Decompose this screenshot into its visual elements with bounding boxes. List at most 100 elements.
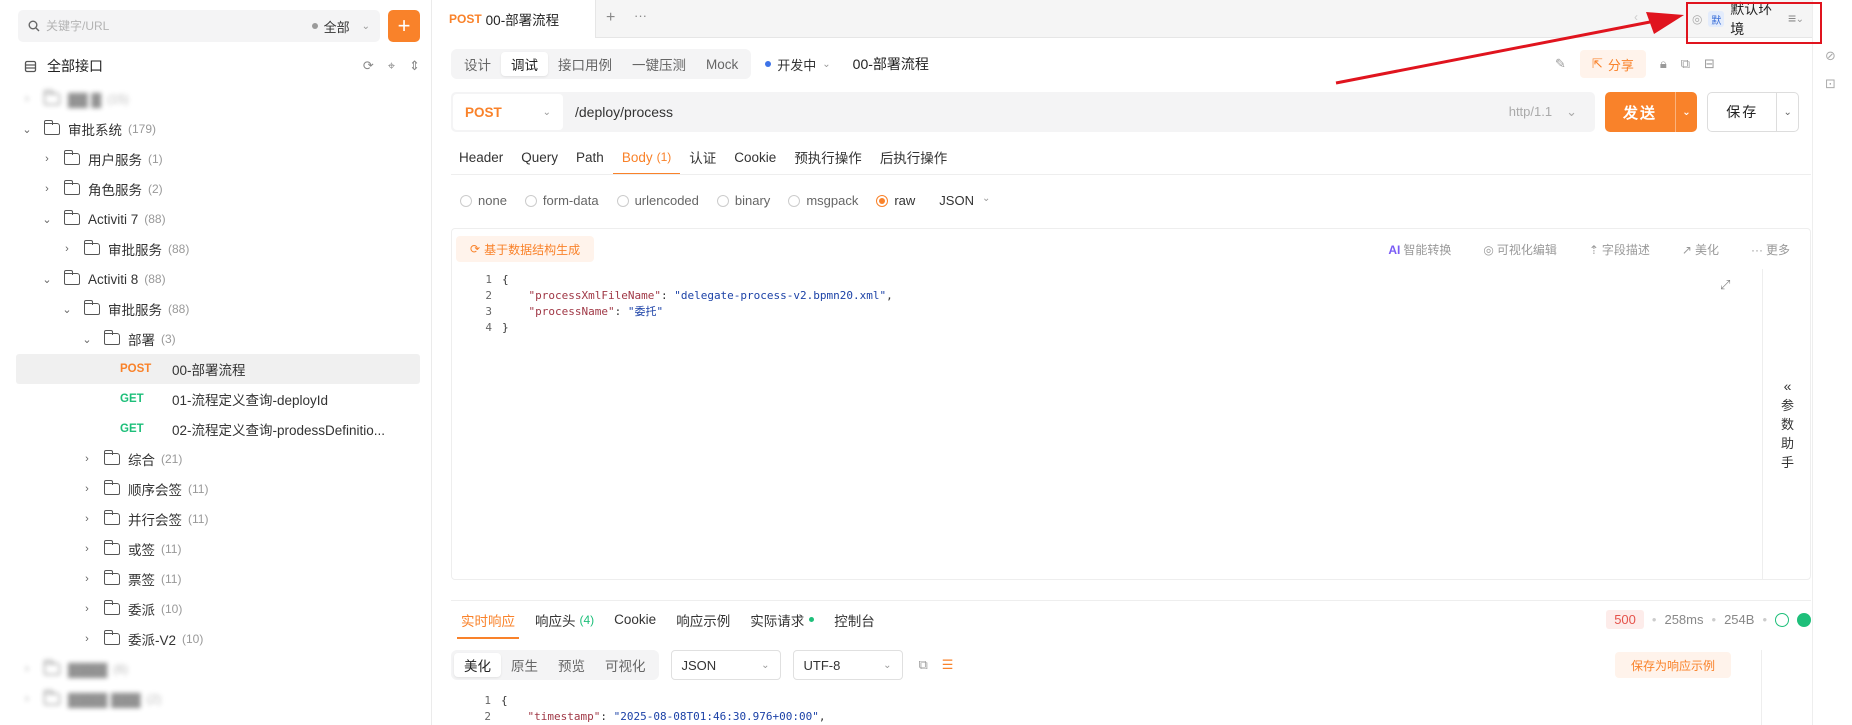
mode-tab[interactable]: 接口用例 bbox=[548, 52, 622, 76]
copy-icon[interactable]: ⧉ bbox=[1681, 56, 1690, 72]
folder-item[interactable]: › 委派-V2 (10) bbox=[16, 624, 420, 654]
folder-item[interactable]: › 票签 (11) bbox=[16, 564, 420, 594]
chevron-down-icon[interactable]: ⌄ bbox=[1675, 92, 1697, 132]
send-button[interactable]: 发送 ⌄ bbox=[1605, 92, 1697, 132]
folder-item[interactable]: › ▓▓ ▓ (15) bbox=[16, 84, 420, 114]
response-encoding-select[interactable]: UTF-8 ⌄ bbox=[792, 650, 903, 680]
folder-item[interactable]: › 角色服务 (2) bbox=[16, 174, 420, 204]
response-format-select[interactable]: JSON ⌄ bbox=[670, 650, 781, 680]
new-tab-icon[interactable]: + bbox=[606, 9, 615, 27]
editor-tool-1[interactable]: ◎ 可视化编辑 bbox=[1483, 241, 1557, 258]
editor-tool-0[interactable]: AI 智能转换 bbox=[1388, 241, 1451, 258]
response-tab[interactable]: 响应示例 bbox=[666, 601, 740, 639]
request-tab[interactable]: 认证 bbox=[680, 140, 725, 174]
all-api-header[interactable]: 全部接口 ⟳ ⌖ ⇕ bbox=[24, 56, 420, 76]
chevron-down-icon[interactable]: ⌄ bbox=[40, 273, 54, 286]
response-tab[interactable]: 实时响应 bbox=[451, 601, 525, 639]
request-tab[interactable]: Body (1) bbox=[612, 140, 681, 175]
method-select[interactable]: POST ⌄ bbox=[453, 94, 563, 130]
response-view-tab[interactable]: 美化 bbox=[454, 653, 501, 677]
response-tab[interactable]: Cookie bbox=[604, 601, 666, 639]
scope-select[interactable]: 全部 ⌄ bbox=[311, 17, 370, 36]
status-select[interactable]: 开发中 ⌄ bbox=[765, 55, 831, 74]
chevron-right-icon[interactable]: › bbox=[40, 153, 54, 165]
expand-icon[interactable]: ⤢ bbox=[1720, 277, 1730, 293]
code-editor[interactable]: 1{2 "processXmlFileName": "delegate-proc… bbox=[452, 271, 1742, 571]
folder-item[interactable]: › ▓▓▓▓ (6) bbox=[16, 654, 420, 684]
folder-item[interactable]: › 委派 (10) bbox=[16, 594, 420, 624]
response-view-tab[interactable]: 预览 bbox=[548, 653, 595, 677]
request-tab[interactable]: 后执行操作 bbox=[871, 140, 957, 174]
raw-format-select[interactable]: JSON ⌄ bbox=[939, 193, 990, 208]
api-name[interactable]: 00-部署流程 bbox=[853, 54, 929, 74]
body-type-radio[interactable]: binary bbox=[716, 193, 770, 208]
chevron-right-icon[interactable]: › bbox=[20, 693, 34, 705]
generate-from-schema-button[interactable]: ⟳ 基于数据结构生成 bbox=[456, 236, 595, 262]
chevron-down-icon[interactable]: ⌄ bbox=[40, 213, 54, 226]
editor-tool-3[interactable]: ↗ 美化 bbox=[1682, 241, 1719, 258]
request-tab[interactable]: Path bbox=[567, 140, 613, 174]
chevron-right-icon[interactable]: › bbox=[80, 513, 94, 525]
chevron-right-icon[interactable]: › bbox=[20, 663, 34, 675]
chevron-right-icon[interactable]: › bbox=[80, 573, 94, 585]
api-item[interactable]: GET 01-流程定义查询-deployId bbox=[16, 384, 420, 414]
chevron-down-icon[interactable]: ⌄ bbox=[1776, 93, 1798, 131]
chevron-down-icon[interactable]: ⌄ bbox=[80, 333, 94, 346]
request-tab[interactable]: 预执行操作 bbox=[785, 140, 871, 174]
add-button[interactable]: + bbox=[388, 10, 420, 42]
doc-icon[interactable]: ⊡ bbox=[1825, 76, 1836, 92]
folder-item[interactable]: ⌄ 审批系统 (179) bbox=[16, 114, 420, 144]
request-tab[interactable]: Header bbox=[459, 140, 512, 174]
archive-icon[interactable]: ⊟ bbox=[1704, 56, 1715, 72]
chevron-right-icon[interactable]: › bbox=[80, 633, 94, 645]
tab-active-request[interactable]: POST 00-部署流程 bbox=[434, 0, 596, 38]
body-type-radio[interactable]: form-data bbox=[524, 193, 599, 208]
folder-item[interactable]: ⌄ Activiti 8 (88) bbox=[16, 264, 420, 294]
collapse-icon[interactable]: ⇕ bbox=[409, 58, 420, 74]
search-input[interactable] bbox=[46, 19, 296, 33]
editor-tool-2[interactable]: ⇡ 字段描述 bbox=[1589, 241, 1650, 258]
response-body[interactable]: 1{2 "timestamp": "2025-08-08T01:46:30.97… bbox=[451, 692, 1751, 724]
lock-icon[interactable]: 🔒︎ bbox=[1660, 56, 1667, 72]
response-tab[interactable]: 控制台 bbox=[824, 601, 885, 639]
folder-item[interactable]: › 并行会签 (11) bbox=[16, 504, 420, 534]
chevron-right-icon[interactable]: › bbox=[80, 483, 94, 495]
api-item[interactable]: GET 02-流程定义查询-prodessDefinitio... bbox=[16, 414, 420, 444]
nav-arrows[interactable]: ‹› bbox=[1634, 10, 1670, 24]
request-tab[interactable]: Cookie bbox=[725, 140, 785, 174]
chevron-right-icon[interactable]: › bbox=[80, 543, 94, 555]
locate-icon[interactable]: ⌖ bbox=[388, 58, 395, 74]
wrap-icon[interactable]: ☰ bbox=[942, 657, 954, 673]
globe-icon[interactable] bbox=[1775, 612, 1789, 627]
url-input[interactable]: /deploy/process bbox=[575, 104, 673, 120]
chevron-right-icon[interactable]: › bbox=[80, 603, 94, 615]
search-box[interactable]: 全部 ⌄ bbox=[18, 10, 380, 42]
param-helper-panel[interactable]: « 参数助手 bbox=[1762, 269, 1812, 579]
folder-item[interactable]: › 综合 (21) bbox=[16, 444, 420, 474]
save-button[interactable]: 保存 ⌄ bbox=[1707, 92, 1799, 132]
folder-item[interactable]: › 审批服务 (88) bbox=[16, 234, 420, 264]
folder-item[interactable]: ⌄ Activiti 7 (88) bbox=[16, 204, 420, 234]
more-icon[interactable]: ··· bbox=[634, 8, 647, 23]
body-type-radio[interactable]: raw bbox=[876, 193, 915, 208]
edit-icon[interactable]: ✎ bbox=[1555, 56, 1566, 72]
folder-item[interactable]: › ▓▓▓▓ ▓▓▓ (2) bbox=[16, 684, 420, 714]
chevron-down-icon[interactable]: ⌄ bbox=[20, 123, 34, 136]
folder-item[interactable]: › 用户服务 (1) bbox=[16, 144, 420, 174]
response-view-tab[interactable]: 原生 bbox=[501, 653, 548, 677]
body-type-radio[interactable]: none bbox=[460, 193, 507, 208]
folder-item[interactable]: › 顺序会签 (11) bbox=[16, 474, 420, 504]
mode-tab[interactable]: 调试 bbox=[501, 52, 548, 76]
body-type-radio[interactable]: msgpack bbox=[788, 193, 858, 208]
chevron-right-icon[interactable]: › bbox=[80, 453, 94, 465]
chevron-right-icon[interactable]: › bbox=[40, 183, 54, 195]
folder-item[interactable]: ⌄ 审批服务 (88) bbox=[16, 294, 420, 324]
refresh-icon[interactable]: ⟳ bbox=[363, 58, 374, 74]
response-tab[interactable]: 响应头 (4) bbox=[525, 601, 604, 639]
folder-item[interactable]: › 或签 (11) bbox=[16, 534, 420, 564]
chevron-down-icon[interactable]: ⌄ bbox=[60, 303, 74, 316]
response-view-tab[interactable]: 可视化 bbox=[595, 653, 656, 677]
editor-tool-4[interactable]: ··· 更多 bbox=[1751, 241, 1790, 258]
share-button[interactable]: ⇱ 分享 bbox=[1579, 50, 1646, 78]
http-version-select[interactable]: http/1.1 ⌄ bbox=[1509, 104, 1577, 120]
